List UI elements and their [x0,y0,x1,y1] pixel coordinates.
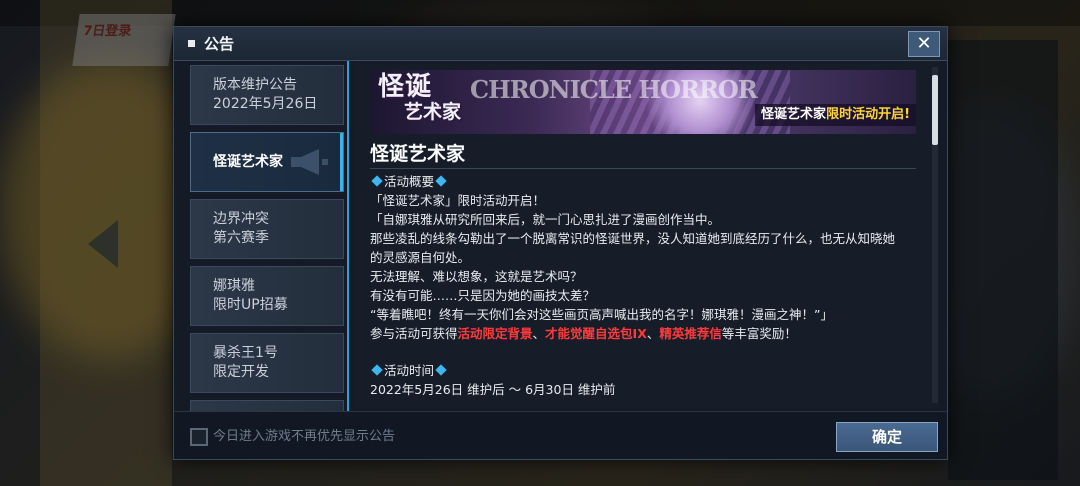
dialog-header: 公告 ✕ [174,27,947,61]
article-paragraph: “等着瞧吧！终有一天你们会对这些画页高声喊出我的名字！娜琪雅！漫画之神！”」 [370,307,833,322]
banner-logo-bottom: 艺术家 [404,101,462,123]
event-banner: CHRONICLE HORROR 怪诞 艺术家 怪诞艺术家限时活动开启! [370,70,916,134]
tab-divider [347,61,349,411]
tab-label-line2: 限时UP招募 [213,297,288,313]
tab-label-line1: 版本维护公告 [213,77,297,93]
tab-label-line1: 娜琪雅 [213,278,255,294]
section-heading-text: 活动时间 [384,363,435,378]
article-title: 怪诞艺术家 [370,141,916,169]
diamond-icon [371,175,383,187]
hide-today-checkbox[interactable] [190,428,208,446]
close-button[interactable]: ✕ [908,31,940,57]
banner-tagline: 怪诞艺术家限时活动开启! [755,104,916,126]
tab-nakiya-recruit[interactable]: 娜琪雅 限时UP招募 [190,266,344,326]
diamond-icon [435,364,447,376]
article-paragraph: 的灵感源自何处。 [370,250,471,265]
article-paragraph: 「自娜琪雅从研究所回来后，就一门心思扎进了漫画创作当中。 [370,212,721,227]
tab-partial-next[interactable] [190,400,344,411]
close-icon: ✕ [916,33,932,54]
banner-english-title: CHRONICLE HORROR [470,75,758,104]
section-heading: 活动概要 [370,173,448,191]
banner-tag-highlight: 限时活动开启! [826,107,910,122]
diamond-icon [435,175,447,187]
announcement-tab-list[interactable]: 版本维护公告 2022年5月26日 怪诞艺术家 边界冲突 第六赛季 娜琪雅 限时… [190,65,350,411]
article-paragraph: 那些凌乱的线条勾勒出了一个脱离常识的怪诞世界，没人知道她到底经历了什么，也无从知… [370,231,896,246]
confirm-button[interactable]: 确定 [836,422,938,452]
reward-separator: 、 [646,326,660,341]
dialog-title: 公告 [204,35,235,53]
article-paragraph: 无法理解、难以想象，这就是艺术吗？ [370,269,583,284]
content-scrollbar-thumb[interactable] [932,75,938,145]
section-heading-text: 活动概要 [384,174,435,189]
reward-item: 才能觉醒自选包IX [545,326,647,341]
reward-item: 活动限定背景 [457,326,533,341]
reward-paragraph: 参与活动可获得活动限定背景、才能觉醒自选包IX、精英推荐信等丰富奖励！ [370,325,797,343]
diamond-icon [371,364,383,376]
announcement-content[interactable]: CHRONICLE HORROR 怪诞 艺术家 怪诞艺术家限时活动开启! 怪诞艺… [354,61,939,409]
event-time: 2022年5月26日 维护后 ～ 6月30日 维护前 [370,382,616,397]
header-bullet-icon [188,40,195,47]
article-paragraph: 有没有可能……只是因为她的画技太差？ [370,288,596,303]
tab-grotesque-artist[interactable]: 怪诞艺术家 [190,132,344,192]
megaphone-icon [291,149,328,175]
tab-label-line1: 暴杀王1号 [213,345,278,361]
tab-border-conflict[interactable]: 边界冲突 第六赛季 [190,199,344,259]
reward-item: 精英推荐信 [659,326,722,341]
dialog-footer: 今日进入游戏不再优先显示公告 确定 [174,411,947,459]
tab-label-line2: 2022年5月26日 [213,96,318,112]
tab-maintenance[interactable]: 版本维护公告 2022年5月26日 [190,65,344,125]
reward-separator: 、 [532,326,546,341]
banner-tag-name: 怪诞艺术家 [761,107,827,122]
reward-suffix: 等丰富奖励！ [721,326,797,341]
tab-label-line1: 边界冲突 [213,211,269,227]
article-paragraph: 「怪诞艺术家」限时活动开启！ [370,193,546,208]
announcement-dialog: 公告 ✕ 版本维护公告 2022年5月26日 怪诞艺术家 边界冲突 第六赛季 娜… [173,26,948,460]
reward-prefix: 参与活动可获得 [370,326,458,341]
banner-logo-top: 怪诞 [378,72,433,102]
tab-label-line2: 限定开发 [213,364,269,380]
hide-today-label[interactable]: 今日进入游戏不再优先显示公告 [213,427,395,447]
section-heading: 活动时间 [370,362,448,380]
tab-killer-king[interactable]: 暴杀王1号 限定开发 [190,333,344,393]
tab-label-line2: 第六赛季 [213,230,269,246]
